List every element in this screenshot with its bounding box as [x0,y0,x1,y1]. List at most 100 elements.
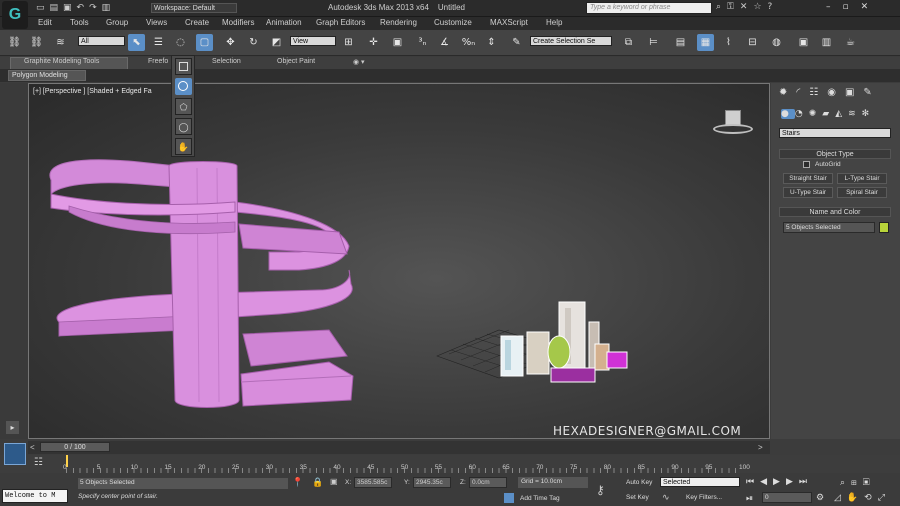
maximize-viewport-icon[interactable]: ⤢ [878,492,891,502]
menu-group[interactable]: Group [106,18,128,27]
layer-manager-icon[interactable]: ▤ [672,34,689,51]
redo-icon[interactable]: ↷ [89,3,102,13]
bind-space-warp-icon[interactable]: ≋ [52,34,69,51]
u-type-stair-button[interactable]: U-Type Stair [783,187,833,198]
next-frame-icon[interactable]: ▶ [786,477,799,487]
add-time-tag[interactable]: Add Time Tag [520,495,560,502]
lasso-region-icon[interactable]: ◯ [175,118,192,135]
selection-lock-icon[interactable]: 🔒 [312,477,323,488]
name-color-rollout[interactable]: Name and Color [779,207,891,217]
key-mode-dropdown[interactable]: Selected [660,477,740,487]
search-input[interactable]: Type a keyword or phrase [586,2,712,14]
spiral-stair[interactable] [29,84,770,439]
menu-maxscript[interactable]: MAXScript [490,18,528,27]
l-type-stair-button[interactable]: L-Type Stair [837,173,887,184]
percent-snap-icon[interactable]: %ₙ [460,34,477,51]
move-icon[interactable]: ✥ [222,34,239,51]
play-icon[interactable]: ▶ [773,477,786,487]
go-start-icon[interactable]: ⏮ [746,477,760,487]
shapes-icon[interactable]: ◔ [795,109,809,119]
link-icon[interactable]: ⛓ [6,34,23,51]
cameras-icon[interactable]: ▰ [822,109,835,119]
render-production-icon[interactable]: ☕ [842,34,859,51]
autogrid-checkbox[interactable] [803,161,810,168]
spinner-snap-icon[interactable]: ⇕ [483,34,500,51]
reference-coord-dropdown[interactable]: View [290,36,336,46]
pan-icon[interactable]: ✋ [847,492,864,502]
track-bar[interactable]: ☷ 0 5 10 15 20 25 30 35 40 45 50 55 60 65 70 75 80 85 90 95… [0,443,900,473]
selection-region-icon[interactable]: ◌ [172,34,189,51]
perspective-viewport[interactable]: [+] [Perspective ] [Shaded + Edged Fa HE… [28,83,770,439]
menu-help[interactable]: Help [546,18,562,27]
rect-region-icon[interactable] [175,58,192,75]
modify-tab-icon[interactable]: ◜ [796,87,809,98]
paint-region-icon[interactable]: ✋ [175,138,192,155]
undo-icon[interactable]: ↶ [77,3,90,13]
create-tab-icon[interactable]: ✹ [779,87,796,98]
buildings-group[interactable] [429,294,649,384]
object-color-swatch[interactable] [879,222,889,233]
time-tag-icon[interactable] [504,493,514,503]
favorites-icon[interactable]: ☆ [753,2,767,12]
set-key-button[interactable]: Set Key [626,494,649,501]
graphite-toggle-icon[interactable]: ▦ [697,34,714,51]
mirror-icon[interactable]: ⧉ [620,34,637,51]
select-manipulate-icon[interactable]: ✛ [365,34,382,51]
spiral-stair-button[interactable]: Spiral Stair [837,187,887,198]
abs-mode-icon[interactable]: ▣ [330,477,338,486]
zoom-extents-icon[interactable]: ▣ [863,477,876,487]
tab-object-paint[interactable]: Object Paint [277,58,315,65]
tab-selection[interactable]: Selection [212,58,241,65]
orbit-icon[interactable]: ⟲ [864,492,878,502]
prev-frame-icon[interactable]: ◀ [760,477,773,487]
key-filters-button[interactable]: Key Filters... [686,494,722,501]
subscription-icon[interactable]: ⚿ [727,2,740,12]
close-icon[interactable]: ✕ [861,2,881,12]
utilities-tab-icon[interactable]: ✎ [863,87,880,98]
menu-modifiers[interactable]: Modifiers [222,18,254,27]
geometry-icon[interactable]: ● [781,109,795,119]
time-slider-prev[interactable]: < [30,443,35,452]
scale-icon[interactable]: ◩ [268,34,285,51]
menu-create[interactable]: Create [185,18,209,27]
tab-freeform[interactable]: Freefo [148,58,168,65]
hierarchy-tab-icon[interactable]: ☷ [809,87,827,98]
named-selection-dropdown[interactable]: Create Selection Se [530,36,612,46]
zoom-all-icon[interactable]: ⊞ [851,477,863,487]
minimize-icon[interactable]: – [826,2,843,12]
open-icon[interactable]: ▤ [50,3,64,13]
align-icon[interactable]: ⊨ [645,34,662,51]
time-slider-next[interactable]: > [758,443,763,452]
y-coordinate[interactable]: 2945.35c [413,477,451,488]
object-name-field[interactable]: 5 Objects Selected [783,222,875,233]
new-icon[interactable]: ▭ [36,3,50,13]
straight-stair-button[interactable]: Straight Stair [783,173,833,184]
select-object-icon[interactable]: ⬉ [128,34,145,51]
search-icon[interactable]: ⌕ [716,2,727,12]
time-config-icon[interactable]: ⚙ [816,492,824,503]
select-by-name-icon[interactable]: ☰ [150,34,167,51]
field-of-view-icon[interactable]: ◿ [834,492,847,502]
lights-icon[interactable]: ✺ [809,109,823,119]
viewport-layout-icon[interactable]: ▸ [6,421,19,434]
z-coordinate[interactable]: 0.0cm [469,477,507,488]
zoom-icon[interactable]: ⌕ [840,477,851,487]
help-icon[interactable]: ? [768,2,779,12]
rendered-frame-icon[interactable]: ▥ [818,34,835,51]
save-icon[interactable]: ▣ [63,3,77,13]
menu-edit[interactable]: Edit [38,18,52,27]
schematic-view-icon[interactable]: ⊟ [744,34,761,51]
set-key-icon[interactable]: ∿ [662,492,670,503]
systems-icon[interactable]: ✻ [862,109,876,119]
menu-graph-editors[interactable]: Graph Editors [316,18,365,27]
go-end-icon[interactable]: ⏭ [799,477,813,487]
menu-tools[interactable]: Tools [70,18,89,27]
maximize-icon[interactable]: ▫ [843,2,861,12]
x-coordinate[interactable]: 3585.585c [354,477,392,488]
polygon-modeling-panel[interactable]: Polygon Modeling [8,70,86,81]
menu-customize[interactable]: Customize [434,18,472,27]
object-category-dropdown[interactable]: Stairs [779,128,891,138]
display-tab-icon[interactable]: ▣ [845,87,863,98]
object-type-rollout[interactable]: Object Type [779,149,891,159]
keyboard-shortcut-icon[interactable]: ▣ [389,34,406,51]
